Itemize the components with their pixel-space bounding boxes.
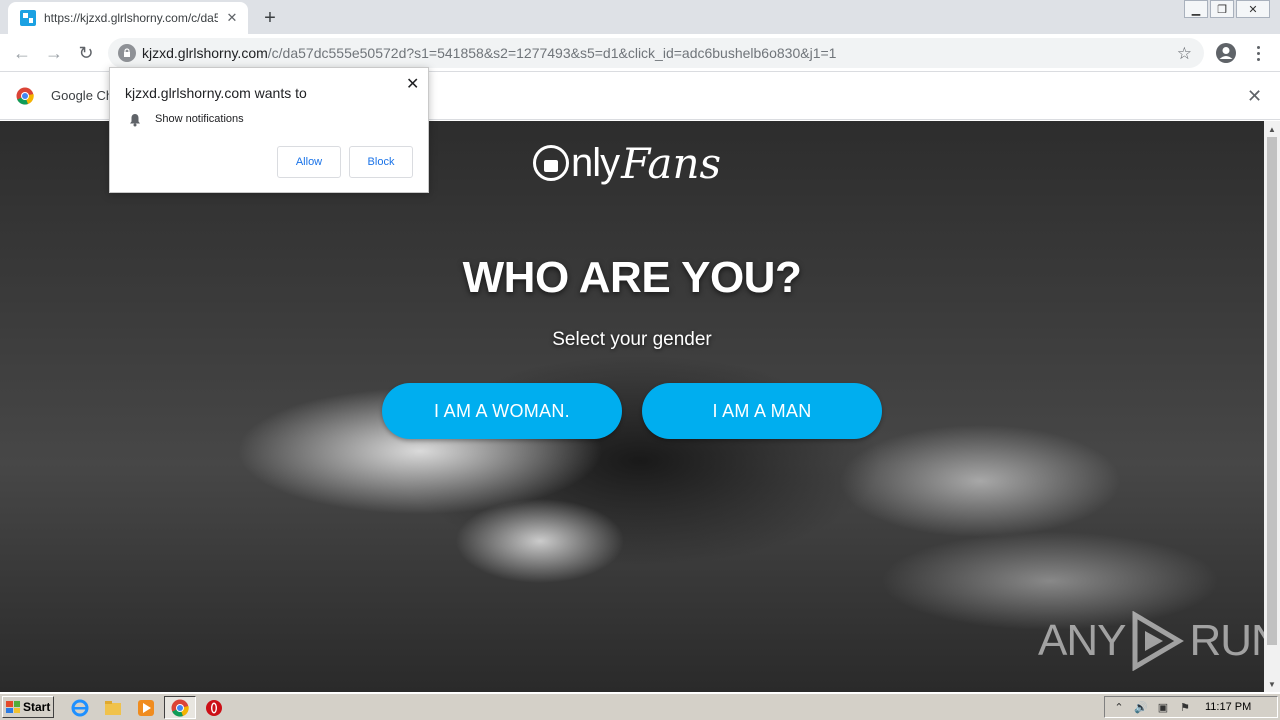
bell-icon bbox=[130, 114, 140, 127]
url-path: /c/da57dc555e50572d?s1=541858&s2=1277493… bbox=[267, 45, 837, 61]
browser-menu-icon[interactable] bbox=[1250, 40, 1266, 66]
address-bar[interactable]: kjzxd.glrlshorny.com/c/da57dc555e50572d?… bbox=[108, 38, 1204, 68]
back-icon[interactable]: ← bbox=[10, 41, 34, 65]
reload-icon[interactable]: ↻ bbox=[74, 41, 98, 65]
system-tray: ⌃ 🔊 ▣ ⚑ 11:17 PM bbox=[1104, 696, 1278, 718]
prompt-close-icon[interactable]: ✕ bbox=[406, 74, 419, 94]
forward-icon[interactable]: → bbox=[42, 41, 66, 65]
man-button[interactable]: I AM A MAN bbox=[642, 383, 882, 439]
watermark-play-icon bbox=[1132, 611, 1185, 671]
tab-strip: https://kjzxd.glrlshorny.com/c/da57 ✕ + … bbox=[0, 0, 1280, 34]
opera-icon[interactable] bbox=[204, 698, 224, 718]
file-explorer-icon[interactable] bbox=[103, 698, 123, 718]
watermark-text-right: RUN bbox=[1189, 616, 1264, 665]
minimize-icon[interactable]: ▁ bbox=[1184, 0, 1208, 18]
media-player-icon[interactable] bbox=[136, 698, 156, 718]
start-button[interactable]: Start bbox=[2, 696, 54, 718]
onlyfans-logo: nly Fans bbox=[533, 131, 721, 195]
logo-text-only: nly bbox=[571, 140, 620, 185]
restore-icon[interactable]: ❐ bbox=[1210, 0, 1234, 18]
url-host: kjzxd.glrlshorny.com bbox=[142, 45, 268, 61]
page-scrollbar[interactable]: ▲ ▼ bbox=[1264, 121, 1280, 692]
site-favicon-icon bbox=[20, 10, 36, 26]
prompt-permission-text: Show notifications bbox=[155, 113, 244, 125]
allow-button[interactable]: Allow bbox=[277, 146, 341, 178]
scroll-up-icon[interactable]: ▲ bbox=[1264, 121, 1280, 137]
profile-icon[interactable] bbox=[1215, 42, 1237, 64]
logo-lock-icon bbox=[533, 145, 569, 181]
taskbar-clock[interactable]: 11:17 PM bbox=[1205, 701, 1251, 713]
chrome-taskbar-icon[interactable] bbox=[170, 698, 190, 718]
close-window-icon[interactable]: ✕ bbox=[1236, 0, 1270, 18]
woman-button[interactable]: I AM A WOMAN. bbox=[382, 383, 622, 439]
browser-tab[interactable]: https://kjzxd.glrlshorny.com/c/da57 ✕ bbox=[8, 2, 248, 34]
page-content: nly Fans WHO ARE YOU? Select your gender… bbox=[0, 121, 1264, 692]
info-bar-close-icon[interactable]: ✕ bbox=[1247, 86, 1262, 107]
taskbar: Start ⌃ 🔊 ▣ ⚑ 11:17 PM bbox=[0, 693, 1280, 720]
new-tab-icon[interactable]: + bbox=[258, 6, 282, 30]
watermark-text-left: ANY bbox=[1038, 616, 1126, 665]
page-subline: Select your gender bbox=[552, 329, 712, 350]
start-label: Start bbox=[23, 700, 51, 714]
tab-title: https://kjzxd.glrlshorny.com/c/da57 bbox=[44, 11, 218, 25]
scrollbar-thumb[interactable] bbox=[1267, 137, 1277, 645]
internet-explorer-icon[interactable] bbox=[70, 698, 90, 718]
network-icon[interactable]: ▣ bbox=[1155, 699, 1171, 715]
url-text[interactable]: kjzxd.glrlshorny.com/c/da57dc555e50572d?… bbox=[142, 45, 836, 61]
scroll-down-icon[interactable]: ▼ bbox=[1264, 676, 1280, 692]
notification-permission-prompt: kjzxd.glrlshorny.com wants to ✕ Show not… bbox=[109, 67, 429, 193]
prompt-title: kjzxd.glrlshorny.com wants to bbox=[125, 85, 307, 101]
tray-expand-icon[interactable]: ⌃ bbox=[1111, 699, 1127, 715]
chrome-logo-icon bbox=[16, 87, 34, 105]
info-bar-text: Google Ch bbox=[51, 88, 114, 103]
lock-icon[interactable] bbox=[118, 44, 136, 62]
block-button[interactable]: Block bbox=[349, 146, 413, 178]
anyrun-watermark: ANY RUN bbox=[1038, 611, 1264, 671]
volume-icon[interactable]: 🔊 bbox=[1133, 699, 1149, 715]
tab-close-icon[interactable]: ✕ bbox=[224, 10, 240, 26]
page-headline: WHO ARE YOU? bbox=[462, 253, 802, 302]
action-center-flag-icon[interactable]: ⚑ bbox=[1177, 699, 1193, 715]
windows-flag-icon bbox=[6, 701, 20, 713]
bookmark-star-icon[interactable]: ☆ bbox=[1177, 44, 1192, 64]
logo-text-fans: Fans bbox=[621, 138, 722, 188]
